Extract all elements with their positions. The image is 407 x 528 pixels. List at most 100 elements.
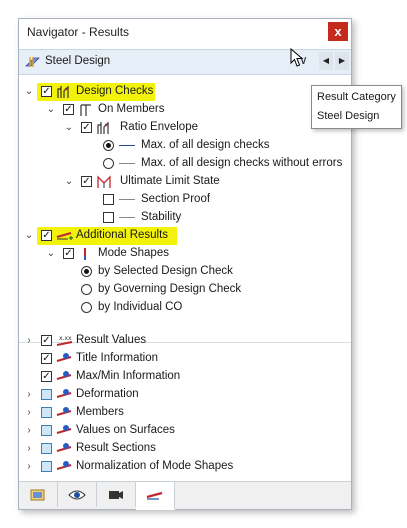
chevron-collapsed-icon[interactable]: › xyxy=(24,332,34,350)
design-checks-icon xyxy=(56,85,72,99)
tree-item-stability[interactable]: Stability xyxy=(19,209,351,227)
tree-item-by-governing[interactable]: by Governing Design Check xyxy=(19,281,351,299)
section-proof-checkbox[interactable] xyxy=(103,194,114,205)
eye-icon xyxy=(68,490,86,500)
line-style-icon xyxy=(119,145,135,146)
tree-item-section-proof[interactable]: Section Proof xyxy=(19,191,351,209)
result-values-icon: x.xx xyxy=(56,334,73,348)
chevron-expanded-icon[interactable]: ⌄ xyxy=(64,119,74,137)
tree-label: Ratio Envelope xyxy=(120,121,198,133)
title-information-checkbox[interactable]: ✓ xyxy=(41,353,52,364)
scroll-right-button[interactable]: ▶ xyxy=(335,52,349,70)
tree-item-members[interactable]: › Members xyxy=(19,404,351,422)
tree-item-title-information[interactable]: ✓ Title Information xyxy=(19,350,351,368)
members-icon xyxy=(78,103,94,117)
max-all-radio[interactable] xyxy=(103,140,114,151)
chevron-collapsed-icon[interactable]: › xyxy=(24,458,34,476)
uls-icon xyxy=(96,175,112,189)
scroll-left-button[interactable]: ◀ xyxy=(319,52,333,70)
tree-label: Deformation xyxy=(76,388,139,400)
tree-label: Result Sections xyxy=(76,442,156,454)
members-display-icon xyxy=(56,406,72,420)
tab-data[interactable] xyxy=(19,482,58,507)
chevron-expanded-icon[interactable]: ⌄ xyxy=(24,227,34,245)
by-governing-radio[interactable] xyxy=(81,284,92,295)
tree-label: Section Proof xyxy=(141,193,211,205)
tree-label: Additional Results xyxy=(76,229,169,241)
additional-results-icon xyxy=(56,229,73,243)
by-selected-radio[interactable] xyxy=(81,266,92,277)
tree-label: Normalization of Mode Shapes xyxy=(76,460,234,472)
chevron-collapsed-icon[interactable]: › xyxy=(24,422,34,440)
chevron-expanded-icon[interactable]: ⌄ xyxy=(46,101,56,119)
tree-label: Design Checks xyxy=(76,85,154,97)
tree-item-additional-results[interactable]: ⌄ ✓ Additional Results xyxy=(19,227,351,245)
tooltip-value: Steel Design xyxy=(317,110,380,122)
tree-label: by Selected Design Check xyxy=(98,265,233,277)
max-without-errors-radio[interactable] xyxy=(103,158,114,169)
tab-views[interactable] xyxy=(97,482,136,507)
result-values-checkbox[interactable]: ✓ xyxy=(41,335,52,346)
tree-label: Members xyxy=(76,406,124,418)
tree-label: Mode Shapes xyxy=(98,247,169,259)
members-checkbox[interactable] xyxy=(41,407,52,418)
tree-item-max-all[interactable]: Max. of all design checks xyxy=(19,137,351,155)
mode-shapes-checkbox[interactable]: ✓ xyxy=(63,248,74,259)
design-checks-checkbox[interactable]: ✓ xyxy=(41,86,52,97)
tree-item-by-selected[interactable]: by Selected Design Check xyxy=(19,263,351,281)
maxmin-information-checkbox[interactable]: ✓ xyxy=(41,371,52,382)
tab-results[interactable] xyxy=(136,482,175,510)
deformation-icon xyxy=(56,388,72,402)
data-icon xyxy=(30,489,45,501)
additional-results-checkbox[interactable]: ✓ xyxy=(41,230,52,241)
tree-item-deformation[interactable]: › Deformation xyxy=(19,386,351,404)
tree-item-ratio-envelope[interactable]: ⌄ ✓ Ratio Envelope xyxy=(19,119,351,137)
tree-item-maxmin-information[interactable]: ✓ Max/Min Information xyxy=(19,368,351,386)
stability-checkbox[interactable] xyxy=(103,212,114,223)
normalization-icon xyxy=(56,460,72,474)
tree-item-uls[interactable]: ⌄ ✓ Ultimate Limit State xyxy=(19,173,351,191)
by-individual-radio[interactable] xyxy=(81,302,92,313)
svg-text:x.xx: x.xx xyxy=(59,335,72,342)
deformation-checkbox[interactable] xyxy=(41,389,52,400)
chevron-collapsed-icon[interactable]: › xyxy=(24,404,34,422)
close-button[interactable]: x xyxy=(328,22,348,41)
tab-display[interactable] xyxy=(58,482,97,507)
tree-item-mode-shapes[interactable]: ⌄ ✓ Mode Shapes xyxy=(19,245,351,263)
chevron-expanded-icon[interactable]: ⌄ xyxy=(46,245,56,263)
values-on-surfaces-checkbox[interactable] xyxy=(41,425,52,436)
line-style-icon xyxy=(119,217,135,218)
ratio-envelope-icon xyxy=(96,121,112,135)
on-members-checkbox[interactable]: ✓ xyxy=(63,104,74,115)
chevron-collapsed-icon[interactable]: › xyxy=(24,440,34,458)
tree-label: Max. of all design checks xyxy=(141,139,270,151)
tree-label: Stability xyxy=(141,211,182,223)
window-title: Navigator - Results xyxy=(27,25,130,39)
uls-checkbox[interactable]: ✓ xyxy=(81,176,92,187)
surfaces-icon xyxy=(56,424,72,438)
mode-shapes-icon xyxy=(78,247,94,261)
tooltip-title: Result Category xyxy=(317,91,396,103)
result-sections-checkbox[interactable] xyxy=(41,443,52,454)
tree-label: Max. of all design checks without errors xyxy=(141,157,343,169)
tree-item-values-on-surfaces[interactable]: › Values on Surfaces xyxy=(19,422,351,440)
steel-design-icon xyxy=(25,55,41,72)
tooltip: Result Category Steel Design xyxy=(311,85,402,129)
tree-item-design-checks[interactable]: ⌄ ✓ Design Checks xyxy=(19,83,351,101)
results-icon xyxy=(146,491,163,500)
tree-label: Result Values xyxy=(76,334,147,346)
chevron-expanded-icon[interactable]: ⌄ xyxy=(64,173,74,191)
tree-item-on-members[interactable]: ⌄ ✓ On Members xyxy=(19,101,351,119)
tree-item-result-values[interactable]: › ✓ x.xx Result Values xyxy=(19,332,351,350)
chevron-collapsed-icon[interactable]: › xyxy=(24,386,34,404)
normalization-checkbox[interactable] xyxy=(41,461,52,472)
chevron-expanded-icon[interactable]: ⌄ xyxy=(24,83,34,101)
tree-item-result-sections[interactable]: › Result Sections xyxy=(19,440,351,458)
ratio-envelope-checkbox[interactable]: ✓ xyxy=(81,122,92,133)
tree-item-normalization[interactable]: › Normalization of Mode Shapes xyxy=(19,458,351,476)
tree-item-max-all-without-errors[interactable]: Max. of all design checks without errors xyxy=(19,155,351,173)
tree-item-by-individual[interactable]: by Individual CO xyxy=(19,299,351,317)
line-style-icon xyxy=(119,163,135,164)
navigator-window: Navigator - Results x Steel Design ∨ ◀ ▶… xyxy=(18,18,352,510)
title-info-icon xyxy=(56,352,72,366)
